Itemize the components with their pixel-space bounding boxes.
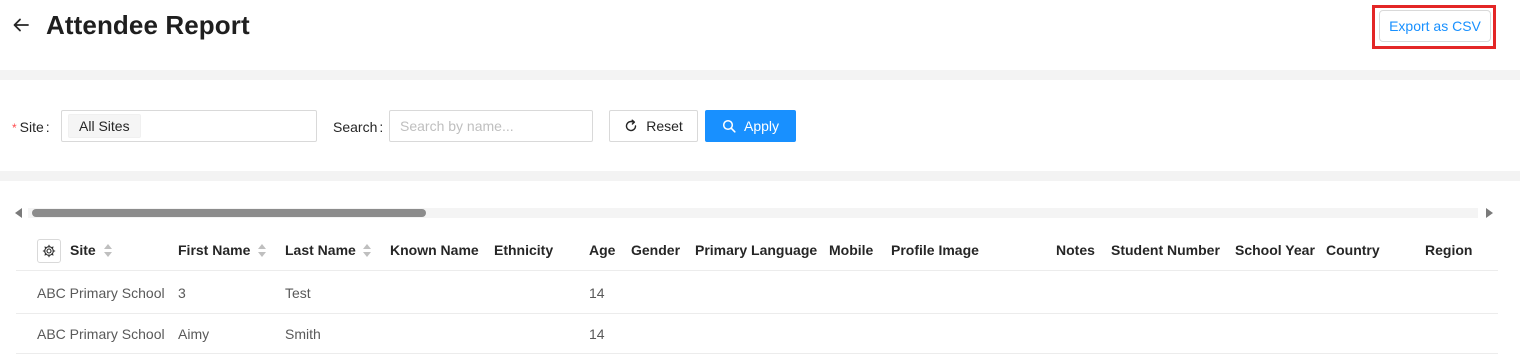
column-header-profile-image: Profile Image xyxy=(891,242,979,258)
sort-last-name-icon[interactable] xyxy=(363,244,371,258)
search-label-text: Search xyxy=(333,119,378,135)
column-header-student-number: Student Number xyxy=(1111,242,1220,258)
column-header-gender: Gender xyxy=(631,242,681,258)
cell-age: 14 xyxy=(589,326,605,342)
cell-first-name: Aimy xyxy=(178,326,210,342)
export-csv-button[interactable]: Export as CSV xyxy=(1379,10,1491,42)
cell-site: ABC Primary School xyxy=(37,285,165,301)
arrow-left-icon[interactable] xyxy=(12,13,34,37)
search-input[interactable] xyxy=(389,110,593,142)
search-label-colon: : xyxy=(379,119,384,135)
required-mark: * xyxy=(12,121,17,135)
page-header: Attendee Report Export as CSV xyxy=(0,0,1520,70)
scroll-left-icon[interactable] xyxy=(15,208,22,218)
site-label-text: Site xyxy=(19,119,44,135)
apply-label: Apply xyxy=(743,118,780,134)
column-header-country: Country xyxy=(1326,242,1380,258)
column-header-last-name[interactable]: Last Name xyxy=(285,242,356,258)
scroll-right-icon[interactable] xyxy=(1486,208,1493,218)
section-divider xyxy=(0,171,1520,181)
column-header-school-year: School Year xyxy=(1235,242,1315,258)
column-header-ethnicity: Ethnicity xyxy=(494,242,554,258)
reload-icon xyxy=(626,119,637,132)
search-label: Search: xyxy=(333,119,383,135)
reset-button[interactable]: Reset xyxy=(609,110,698,142)
column-settings-icon[interactable] xyxy=(37,239,61,263)
column-header-notes: Notes xyxy=(1056,242,1095,258)
sort-site-icon[interactable] xyxy=(104,244,112,258)
column-header-region: Region xyxy=(1425,242,1473,258)
column-header-mobile: Mobile xyxy=(829,242,874,258)
reset-label: Reset xyxy=(646,118,683,134)
apply-button[interactable]: Apply xyxy=(705,110,796,142)
row-divider xyxy=(16,313,1498,314)
page-title: Attendee Report xyxy=(46,10,250,40)
site-label: * Site: xyxy=(12,119,50,135)
cell-first-name: 3 xyxy=(178,285,186,301)
section-divider xyxy=(0,70,1520,80)
column-header-first-name[interactable]: First Name xyxy=(178,242,250,258)
table-divider xyxy=(16,270,1498,271)
sort-first-name-icon[interactable] xyxy=(258,244,266,258)
site-label-colon: : xyxy=(45,119,50,135)
row-divider xyxy=(16,353,1498,354)
cell-last-name: Smith xyxy=(285,326,321,342)
site-select[interactable]: All Sites xyxy=(61,110,317,142)
scrollbar-thumb[interactable] xyxy=(32,209,426,217)
column-header-site[interactable]: Site xyxy=(70,242,96,258)
column-header-known-name: Known Name xyxy=(390,242,479,258)
search-icon xyxy=(722,119,736,133)
cell-age: 14 xyxy=(589,285,605,301)
site-tag: All Sites xyxy=(68,114,141,138)
column-header-primary-language: Primary Language xyxy=(695,242,818,258)
cell-site: ABC Primary School xyxy=(37,326,165,342)
column-header-age: Age xyxy=(589,242,616,258)
cell-last-name: Test xyxy=(285,285,311,301)
